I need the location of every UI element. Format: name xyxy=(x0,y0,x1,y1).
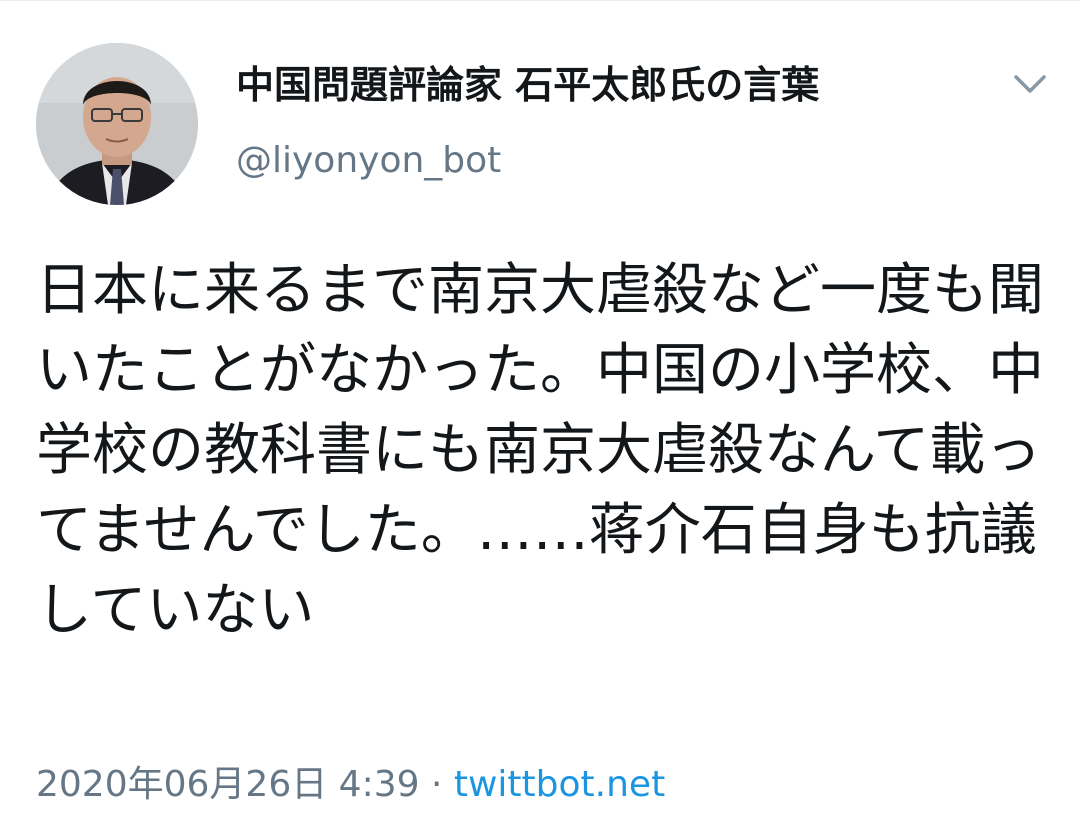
avatar[interactable] xyxy=(36,43,198,205)
tweet-text: 日本に来るまで南京大虐殺など一度も聞いたことがなかった。中国の小学校、中学校の教… xyxy=(36,258,1044,643)
chevron-down-icon[interactable] xyxy=(1008,67,1052,103)
timestamp[interactable]: 2020年06月26日 4:39 xyxy=(36,764,420,805)
user-photo-icon xyxy=(36,43,198,205)
user-handle[interactable]: @liyonyon_bot xyxy=(236,137,501,185)
separator-dot: · xyxy=(419,764,454,805)
display-name[interactable]: 中国問題評論家 石平太郎氏の言葉 xyxy=(236,59,819,111)
source-link[interactable]: twittbot.net xyxy=(454,764,665,805)
tweet-card: 中国問題評論家 石平太郎氏の言葉 @liyonyon_bot 日本に来るまで南京… xyxy=(0,0,1080,817)
tweet-meta: 2020年06月26日 4:39 · twittbot.net xyxy=(36,761,665,809)
